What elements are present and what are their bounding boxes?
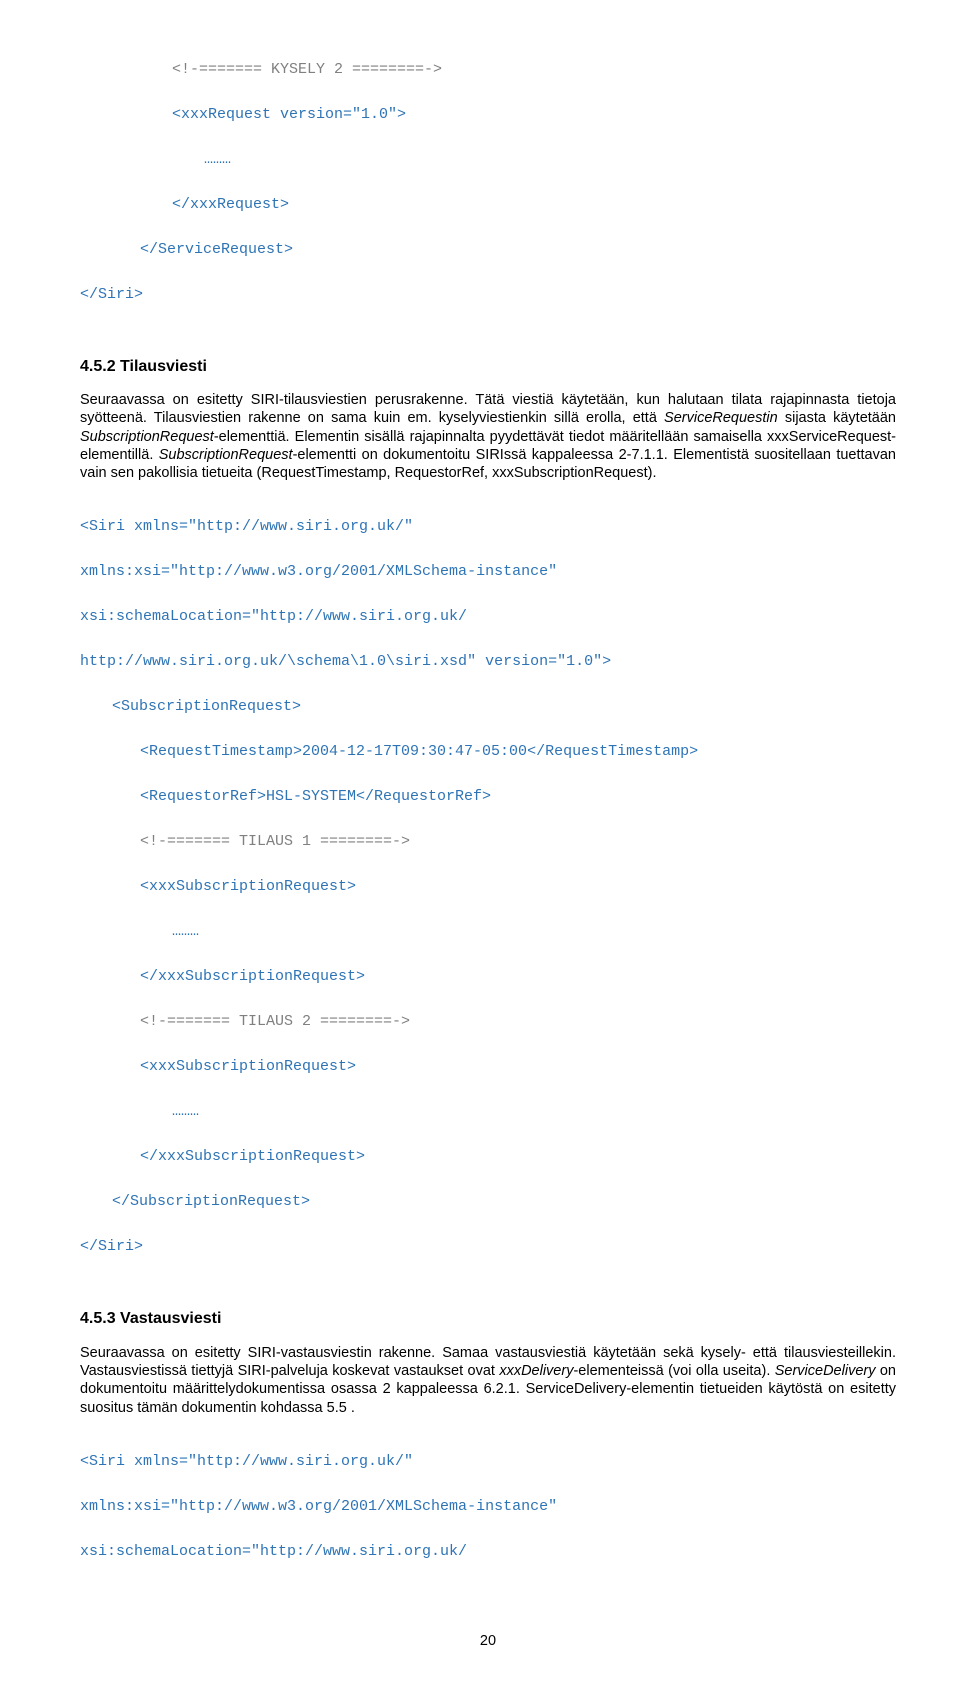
code-line: xsi:schemaLocation="http://www.siri.org.…	[80, 606, 896, 629]
code-line: ………	[80, 921, 896, 944]
code-line: </xxxSubscriptionRequest>	[80, 966, 896, 989]
code-line: </ServiceRequest>	[80, 239, 896, 262]
code-line: <!-======= TILAUS 1 ========->	[80, 831, 896, 854]
code-line: <xxxSubscriptionRequest>	[80, 1056, 896, 1079]
code-line: </xxxRequest>	[80, 194, 896, 217]
code-line: <RequestorRef>HSL-SYSTEM</RequestorRef>	[80, 786, 896, 809]
code-line: </SubscriptionRequest>	[80, 1191, 896, 1214]
code-block-1: <!-======= KYSELY 2 ========-> <xxxReque…	[80, 36, 896, 329]
code-line: <!-======= TILAUS 2 ========->	[80, 1011, 896, 1034]
code-line: <Siri xmlns="http://www.siri.org.uk/"	[80, 516, 896, 539]
code-line: xmlns:xsi="http://www.w3.org/2001/XMLSch…	[80, 561, 896, 584]
code-line: <xxxSubscriptionRequest>	[80, 876, 896, 899]
code-line: <SubscriptionRequest>	[80, 696, 896, 719]
text-italic: SubscriptionRequest	[159, 447, 293, 463]
text-italic: SubscriptionRequest	[80, 429, 214, 445]
text-italic: xxxDelivery	[499, 1363, 573, 1379]
code-line: xsi:schemaLocation="http://www.siri.org.…	[80, 1541, 896, 1564]
text-span: -elementeissä (voi olla useita).	[573, 1363, 774, 1379]
code-line: xmlns:xsi="http://www.w3.org/2001/XMLSch…	[80, 1496, 896, 1519]
text-span: sijasta käytetään	[778, 410, 896, 426]
page-number: 20	[80, 1632, 896, 1651]
code-block-3: <Siri xmlns="http://www.siri.org.uk/" xm…	[80, 1429, 896, 1587]
heading-453: 4.5.3 Vastausviesti	[80, 1309, 896, 1330]
code-line: </xxxSubscriptionRequest>	[80, 1146, 896, 1169]
code-line: <xxxRequest version="1.0">	[80, 104, 896, 127]
paragraph-452: Seuraavassa on esitetty SIRI-tilausviest…	[80, 391, 896, 482]
paragraph-453: Seuraavassa on esitetty SIRI-vastausvies…	[80, 1344, 896, 1417]
text-italic: ServiceDelivery	[775, 1363, 876, 1379]
text-italic: ServiceRequestin	[664, 410, 778, 426]
code-line: </Siri>	[80, 284, 896, 307]
code-block-2: <Siri xmlns="http://www.siri.org.uk/" xm…	[80, 494, 896, 1282]
code-line: ………	[80, 1101, 896, 1124]
code-line: </Siri>	[80, 1236, 896, 1259]
code-line: ………	[80, 149, 896, 172]
code-line: <RequestTimestamp>2004-12-17T09:30:47-05…	[80, 741, 896, 764]
heading-452: 4.5.2 Tilausviesti	[80, 357, 896, 378]
code-line: http://www.siri.org.uk/\schema\1.0\siri.…	[80, 651, 896, 674]
code-line: <Siri xmlns="http://www.siri.org.uk/"	[80, 1451, 896, 1474]
code-line: <!-======= KYSELY 2 ========->	[80, 59, 896, 82]
